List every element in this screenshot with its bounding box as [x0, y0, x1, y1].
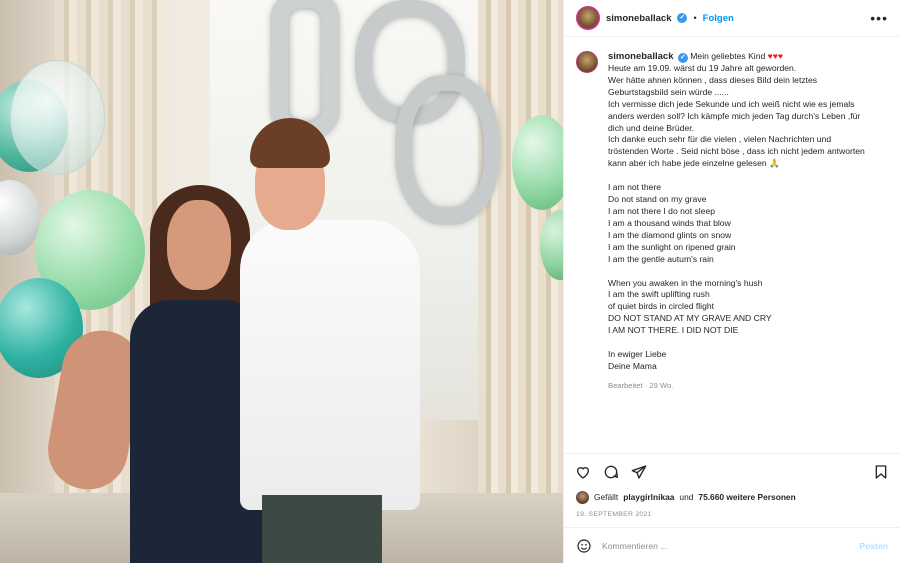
liker-avatar[interactable]: [576, 490, 589, 504]
caption-line: Do not stand on my grave: [608, 194, 707, 205]
balloon-silver: [0, 180, 40, 255]
caption-line: I am the diamond glints on snow: [608, 229, 732, 240]
man-shirt: [240, 220, 420, 510]
woman-face: [167, 200, 231, 290]
caption-line: I am the sunlight on ripened grain: [608, 241, 736, 252]
likes-prefix: Gefällt: [594, 492, 619, 502]
caption-line: I am not there I do not sleep: [608, 205, 716, 216]
caption-line: kann aber ich habe jede einzelne gelesen…: [608, 158, 780, 169]
post-comment-button[interactable]: Posten: [859, 541, 888, 551]
caption-line: of quiet birds in circled flight: [608, 301, 715, 312]
caption-text: simoneballack ✓ Mein geliebtes Kind ♥♥♥ …: [608, 51, 888, 392]
man-pants: [262, 495, 382, 563]
caption-line: I AM NOT THERE. I DID NOT DIE: [608, 325, 739, 336]
save-bookmark-icon[interactable]: [873, 464, 889, 480]
emoji-smiley-icon[interactable]: [576, 538, 592, 554]
comment-composer: Posten: [564, 527, 900, 563]
caption-lines: Heute am 19.09. wärst du 19 Jahre alt ge…: [608, 63, 888, 373]
caption-first-line: simoneballack ✓ Mein geliebtes Kind ♥♥♥: [608, 51, 888, 63]
caption-line: Wer hätte ahnen können , dass dieses Bil…: [608, 74, 818, 85]
caption-avatar[interactable]: [576, 51, 598, 73]
caption-meta: Bearbeitet · 29 Wo.: [608, 380, 674, 390]
foil-balloon-9-bottom: [395, 75, 500, 225]
caption-line: dich und deine Brüder.: [608, 122, 695, 133]
verified-badge-icon: ✓: [677, 53, 688, 63]
caption-area: simoneballack ✓ Mein geliebtes Kind ♥♥♥ …: [564, 37, 900, 453]
separator-dot: •: [693, 13, 697, 23]
post-date: 19. SEPTEMBER 2021: [576, 511, 652, 518]
curtain-right: [478, 0, 563, 563]
caption-line: I am not there: [608, 182, 662, 193]
post-header: simoneballack ✓ • Folgen •••: [564, 0, 900, 37]
comment-bubble-icon[interactable]: [603, 464, 619, 480]
caption-line: I am a thousand winds that blow: [608, 217, 731, 228]
share-send-icon[interactable]: [631, 464, 647, 480]
likes-connector: und: [679, 492, 694, 502]
caption-line: I am the gentle autum's rain: [608, 253, 714, 264]
caption-line: Deine Mama: [608, 360, 657, 371]
likes-count-link[interactable]: 75.660 weitere Personen: [698, 492, 795, 502]
balloon-mint-right: [512, 115, 563, 210]
heart-emoji-icon: ♥♥♥: [767, 51, 783, 61]
caption-line: anders werden soll? Ich kämpfe mich jede…: [608, 110, 861, 121]
comment-input[interactable]: [602, 540, 850, 551]
caption-line: DO NOT STAND AT MY GRAVE AND CRY: [608, 313, 772, 324]
balloon-clear: [10, 60, 105, 175]
caption-line: Ich danke euch sehr für die vielen , vie…: [608, 134, 832, 145]
caption-line: tröstenden Worte . Seid nicht böse , das…: [608, 146, 865, 157]
caption-line: Ich vermisse dich jede Sekunde und ich w…: [608, 98, 855, 109]
likes-summary: Gefällt playgirlnikaa und 75.660 weitere…: [564, 489, 900, 505]
action-bar: [564, 453, 900, 489]
caption-username-link[interactable]: simoneballack: [608, 51, 673, 62]
caption-row: simoneballack ✓ Mein geliebtes Kind ♥♥♥ …: [576, 51, 888, 392]
post-modal: simoneballack ✓ • Folgen ••• simoneballa…: [0, 0, 900, 563]
avatar[interactable]: [576, 6, 600, 30]
caption-title: Mein geliebtes Kind: [690, 51, 766, 61]
like-heart-icon[interactable]: [575, 464, 591, 480]
follow-button[interactable]: Folgen: [703, 13, 734, 24]
liker-username-link[interactable]: playgirlnikaa: [623, 492, 674, 502]
caption-line: Heute am 19.09. wärst du 19 Jahre alt ge…: [608, 63, 797, 73]
more-options-icon[interactable]: •••: [870, 10, 888, 26]
post-photo[interactable]: [0, 0, 563, 563]
username-link[interactable]: simoneballack: [606, 13, 671, 24]
caption-line: Geburtstagsbild sein würde ......: [608, 86, 729, 97]
verified-badge-icon: ✓: [677, 13, 688, 23]
caption-line: When you awaken in the morning's hush: [608, 277, 763, 288]
post-sidebar: simoneballack ✓ • Folgen ••• simoneballa…: [563, 0, 900, 563]
caption-line: In ewiger Liebe: [608, 349, 667, 360]
caption-line: I am the swift uplifting rush: [608, 289, 710, 300]
